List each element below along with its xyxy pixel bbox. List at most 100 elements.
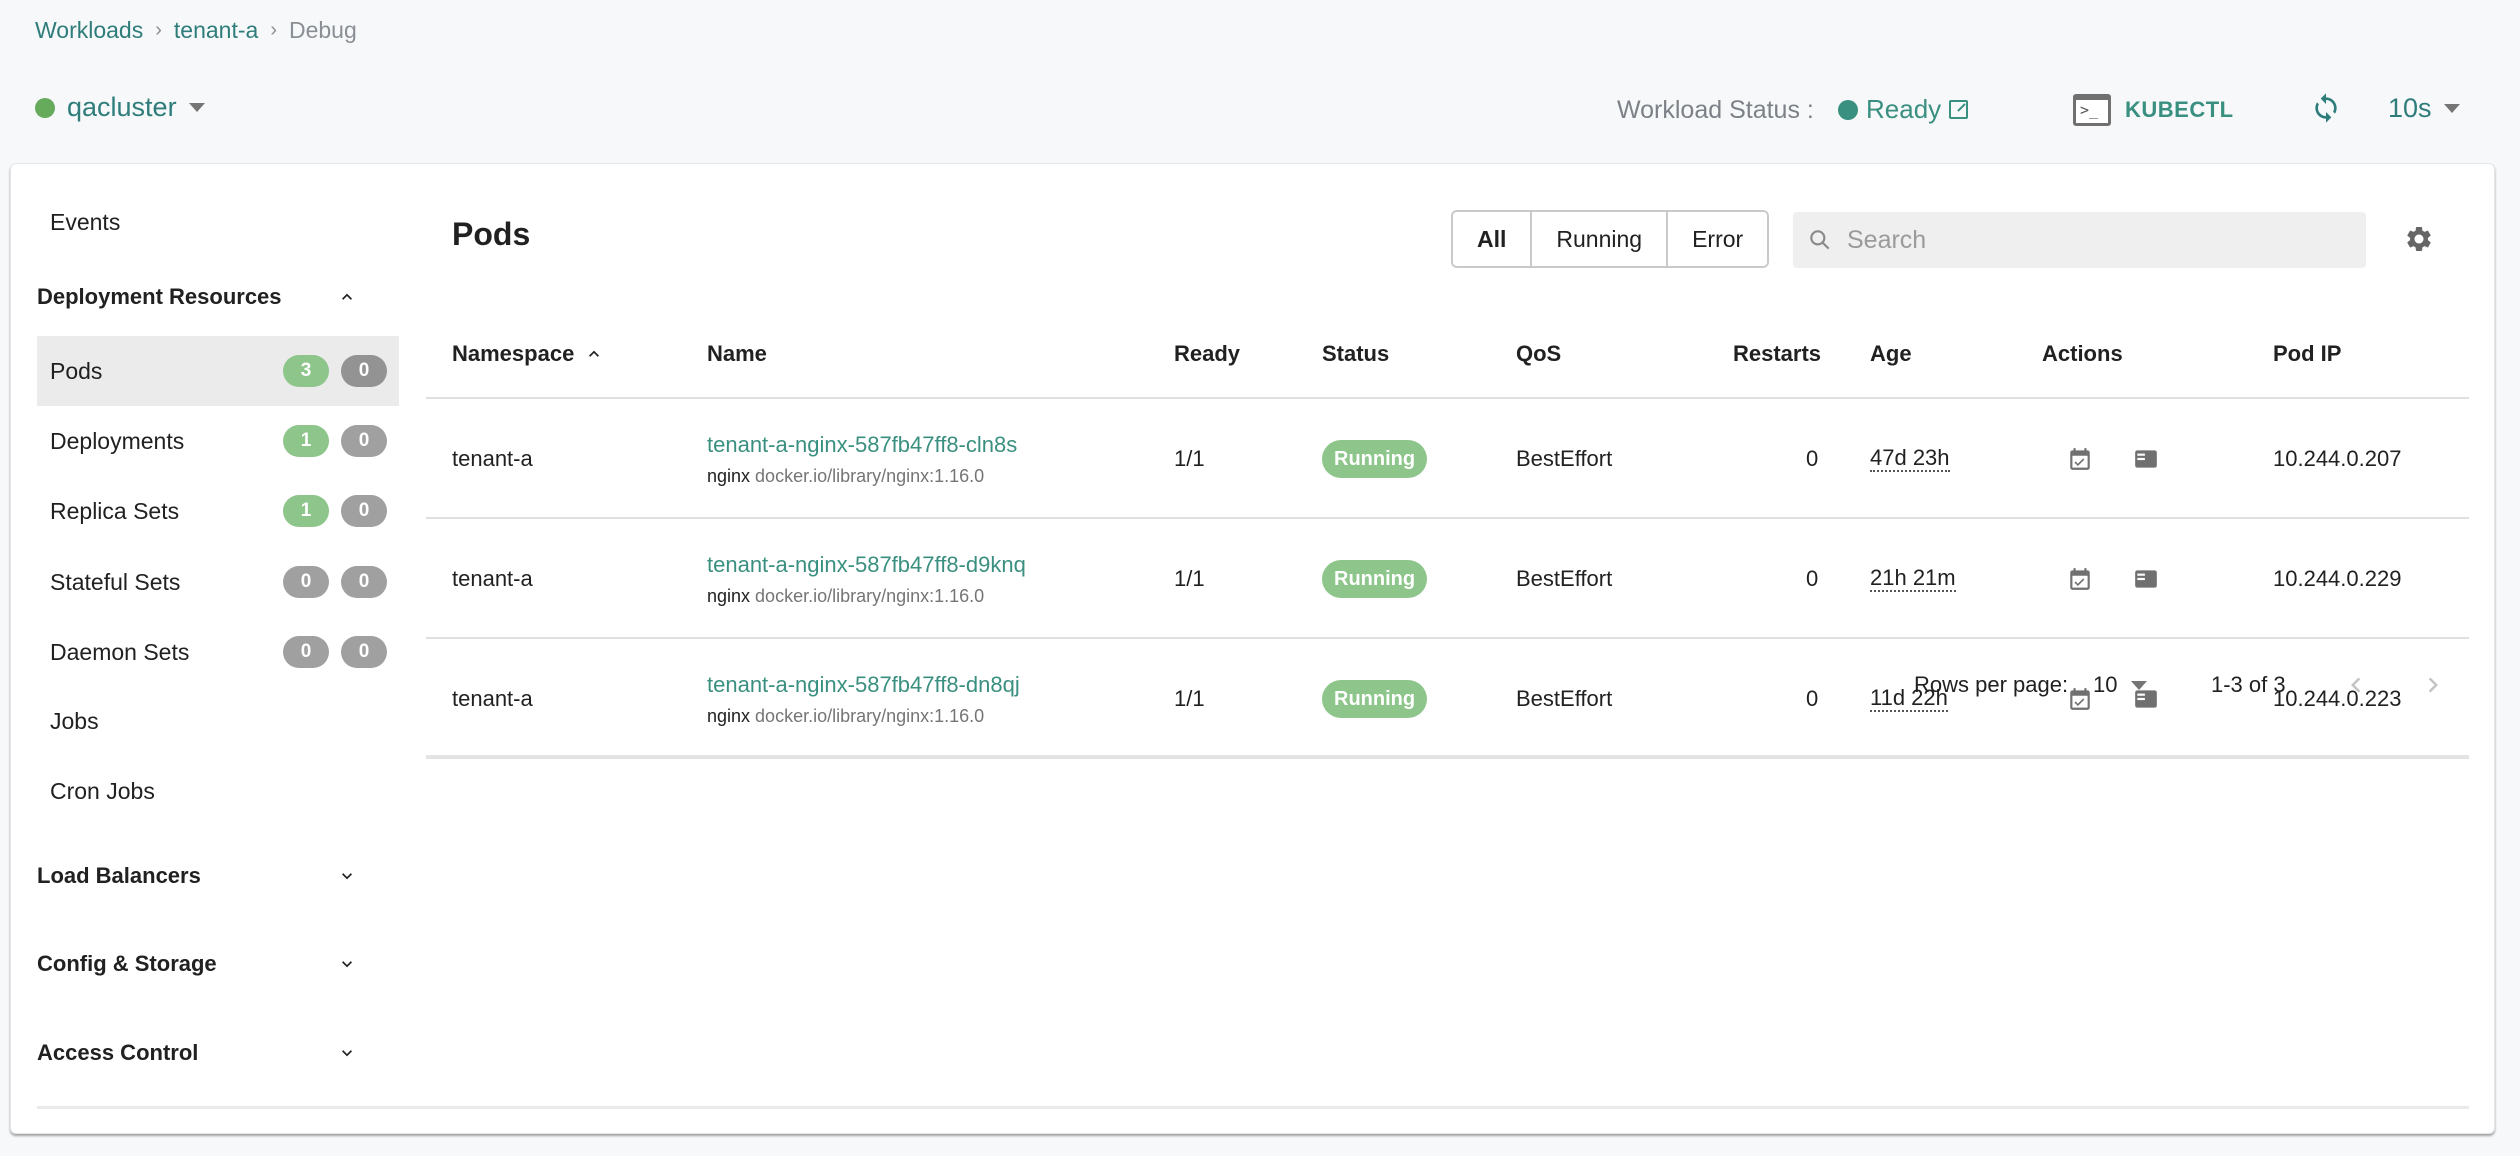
- filter-error-button[interactable]: Error: [1666, 212, 1768, 266]
- rows-per-page-label: Rows per page:: [1914, 672, 2069, 697]
- sidebar-section-load-balancers[interactable]: Load Balancers: [37, 851, 399, 901]
- error-count-badge: 0: [341, 495, 387, 527]
- breadcrumb-current: Debug: [288, 17, 357, 43]
- pod-name-link[interactable]: tenant-a-nginx-587fb47ff8-d9knq: [707, 552, 1026, 578]
- column-header-name[interactable]: Name: [707, 309, 767, 399]
- table-header: Namespace Name Ready Status QoS Restarts…: [426, 309, 2469, 399]
- sidebar-item-label: Deployments: [50, 427, 185, 454]
- pod-ip-cell: 10.244.0.207: [2273, 446, 2402, 471]
- cluster-status-dot-icon: [35, 97, 55, 118]
- breadcrumb-workloads[interactable]: Workloads: [35, 17, 143, 44]
- sidebar-item-deployments[interactable]: Deployments 1 0: [37, 406, 399, 476]
- sidebar-item-label: Cron Jobs: [50, 777, 155, 804]
- age-value[interactable]: 47d 23h: [1870, 446, 1950, 472]
- calendar-check-icon[interactable]: [2067, 446, 2093, 472]
- cluster-name: qacluster: [67, 92, 177, 122]
- logs-icon[interactable]: [2133, 446, 2159, 472]
- sidebar-section-config-storage[interactable]: Config & Storage: [37, 939, 399, 989]
- pagination: Rows per page: 10 1-3 of 3: [426, 672, 2469, 758]
- pod-container-info: nginx docker.io/library/nginx:1.16.0: [707, 586, 984, 607]
- calendar-check-icon[interactable]: [2067, 566, 2093, 592]
- workload-status-value: Ready: [1866, 94, 1942, 124]
- rows-per-page-select[interactable]: 10: [2093, 672, 2148, 698]
- namespace-cell: tenant-a: [452, 446, 533, 471]
- error-count-badge: 0: [341, 636, 387, 668]
- kubectl-button[interactable]: >_ KUBECTL: [2073, 94, 2234, 126]
- terminal-icon: >_: [2073, 94, 2111, 126]
- next-page-button[interactable]: [2418, 670, 2448, 700]
- search-icon: [1810, 230, 1830, 250]
- column-header-namespace[interactable]: Namespace: [452, 309, 604, 399]
- column-header-pod-ip[interactable]: Pod IP: [2273, 309, 2341, 399]
- status-cell: Running: [1322, 399, 1428, 519]
- kubectl-label: KUBECTL: [2125, 97, 2234, 122]
- workload-status-link[interactable]: Ready: [1838, 94, 1969, 125]
- qos-cell: BestEffort: [1516, 566, 1613, 591]
- previous-page-button[interactable]: [2341, 670, 2371, 700]
- search-input[interactable]: [1847, 225, 2327, 255]
- status-filter-group: All Running Error: [1451, 210, 1770, 268]
- refresh-interval-select[interactable]: 10s: [2388, 93, 2460, 124]
- content-card: Events Deployment Resources Pods 3 0 Dep…: [10, 163, 2495, 1134]
- sidebar-item-label: Pods: [50, 357, 103, 384]
- column-header-restarts[interactable]: Restarts: [1733, 309, 1821, 399]
- refresh-icon[interactable]: [2310, 92, 2342, 124]
- container-image: docker.io/library/nginx:1.16.0: [755, 465, 985, 486]
- sidebar-item-pods[interactable]: Pods 3 0: [37, 336, 399, 406]
- filter-running-button[interactable]: Running: [1530, 212, 1667, 266]
- cluster-selector[interactable]: qacluster: [35, 92, 205, 123]
- pod-name-link[interactable]: tenant-a-nginx-587fb47ff8-cln8s: [707, 432, 1017, 458]
- chevron-right-icon: ›: [270, 19, 277, 41]
- logs-icon[interactable]: [2133, 566, 2159, 592]
- age-cell: 47d 23h: [1870, 399, 1950, 519]
- ready-cell: 1/1: [1174, 446, 1205, 471]
- pagination-range: 1-3 of 3: [2211, 672, 2286, 697]
- filter-all-button[interactable]: All: [1453, 212, 1531, 266]
- column-header-qos[interactable]: QoS: [1516, 309, 1561, 399]
- qos-cell: BestEffort: [1516, 446, 1613, 471]
- sidebar-section-label: Deployment Resources: [37, 284, 282, 309]
- restarts-cell: 0: [1806, 566, 1819, 591]
- age-value[interactable]: 21h 21m: [1870, 566, 1956, 592]
- age-cell: 21h 21m: [1870, 519, 1956, 639]
- external-link-icon: [1949, 100, 1969, 119]
- sidebar-item-label: Events: [50, 208, 121, 235]
- ok-count-badge: 1: [283, 495, 329, 527]
- column-header-status[interactable]: Status: [1322, 309, 1389, 399]
- sidebar-item-replica-sets[interactable]: Replica Sets 1 0: [37, 476, 399, 546]
- caret-down-icon: [2443, 104, 2460, 113]
- sidebar-item-events[interactable]: Events: [37, 187, 399, 257]
- sidebar-section-access-control[interactable]: Access Control: [37, 1028, 399, 1078]
- sidebar-item-label: Jobs: [50, 707, 99, 734]
- caret-down-icon: [188, 103, 205, 112]
- chevron-up-icon: [342, 293, 352, 300]
- chevron-down-icon: [342, 961, 352, 968]
- workload-status-label: Workload Status :: [1617, 96, 1814, 124]
- sidebar-item-cron-jobs[interactable]: Cron Jobs: [37, 756, 399, 826]
- error-count-badge: 0: [341, 425, 387, 457]
- status-badge: Running: [1322, 440, 1428, 478]
- container-name: nginx: [707, 465, 751, 486]
- column-header-ready[interactable]: Ready: [1174, 309, 1240, 399]
- sidebar-section-deployment-resources[interactable]: Deployment Resources: [37, 272, 399, 322]
- caret-down-icon: [2131, 680, 2148, 690]
- error-count-badge: 0: [341, 566, 387, 598]
- sidebar-item-daemon-sets[interactable]: Daemon Sets 0 0: [37, 617, 399, 687]
- search-box: [1793, 212, 2366, 268]
- sidebar-item-jobs[interactable]: Jobs: [37, 686, 399, 756]
- sidebar-item-stateful-sets[interactable]: Stateful Sets 0 0: [37, 547, 399, 617]
- column-header-age[interactable]: Age: [1870, 309, 1912, 399]
- ok-count-badge: 3: [283, 355, 329, 387]
- breadcrumb-namespace[interactable]: tenant-a: [174, 17, 258, 44]
- status-cell: Running: [1322, 519, 1428, 639]
- sidebar-item-label: Stateful Sets: [50, 568, 181, 595]
- sidebar-item-label: Replica Sets: [50, 497, 180, 524]
- sidebar-item-label: Daemon Sets: [50, 638, 190, 665]
- gear-icon[interactable]: [2404, 224, 2434, 254]
- divider: [37, 1106, 2469, 1109]
- container-image: docker.io/library/nginx:1.16.0: [755, 585, 985, 606]
- namespace-cell: tenant-a: [452, 566, 533, 591]
- chevron-right-icon: ›: [155, 19, 162, 41]
- pod-ip-cell: 10.244.0.229: [2273, 566, 2402, 591]
- refresh-interval-value: 10s: [2388, 93, 2432, 123]
